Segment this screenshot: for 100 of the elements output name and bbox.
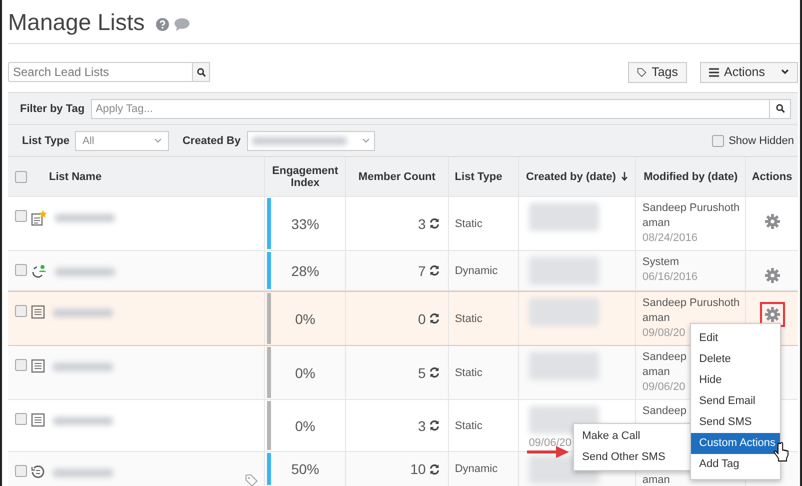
column-header[interactable]: List Type xyxy=(454,170,502,182)
blurred-text xyxy=(55,214,115,222)
tag-field[interactable]: Apply Tag... xyxy=(90,98,769,118)
modified-by-name: aman xyxy=(642,473,670,486)
modified-by-name: aman xyxy=(642,365,670,380)
created-by-label: Created By xyxy=(182,134,241,146)
modified-by-name: Sandeep xyxy=(642,350,686,365)
blurred-text xyxy=(53,309,113,317)
menu-item[interactable]: Send Email xyxy=(691,391,780,412)
search-field[interactable]: Search Lead Lists xyxy=(8,62,192,82)
column-header[interactable]: Engagement Index xyxy=(271,164,340,188)
help-icon[interactable] xyxy=(156,18,169,30)
modified-by-name: System xyxy=(642,255,680,270)
engagement-value: 0% xyxy=(295,418,316,434)
menu-item[interactable]: Send SMS xyxy=(691,412,780,433)
modified-date: 08/24/2016 xyxy=(642,231,698,246)
blurred-text xyxy=(528,203,599,231)
list-type-label: List Type xyxy=(22,134,70,146)
search-icon xyxy=(196,68,206,76)
column-header[interactable]: Created by (date) xyxy=(526,170,616,182)
modified-by-name: Sandeep Purushoth xyxy=(642,201,740,216)
settings-icon[interactable] xyxy=(764,268,780,283)
tag-icon xyxy=(245,474,258,486)
chevron-down-icon xyxy=(362,138,370,143)
tags-button[interactable]: Tags xyxy=(628,62,687,82)
modified-date: 09/08/20 xyxy=(642,326,686,341)
modified-by-name: aman xyxy=(642,216,670,231)
refresh-icon[interactable] xyxy=(428,265,440,276)
row-checkbox[interactable] xyxy=(15,413,27,425)
row-checkbox[interactable] xyxy=(15,210,27,222)
list-icon xyxy=(31,359,45,373)
menu-item[interactable]: Custom Actions xyxy=(691,433,780,454)
blurred-text xyxy=(528,352,599,380)
list-type: Static xyxy=(454,218,482,230)
member-count: 7 xyxy=(418,262,426,278)
member-count: 0 xyxy=(418,310,426,326)
menu-item[interactable]: Add Tag xyxy=(691,454,780,475)
menu-item[interactable]: Delete xyxy=(691,349,780,370)
search-button[interactable] xyxy=(769,98,791,118)
select-all-checkbox[interactable] xyxy=(15,170,27,182)
member-count: 3 xyxy=(418,418,426,434)
engagement-value: 50% xyxy=(291,461,320,477)
pointer-arrow xyxy=(526,446,570,458)
menu-item[interactable]: Hide xyxy=(691,370,780,391)
engagement-value: 0% xyxy=(295,364,316,380)
blurred-text xyxy=(528,298,599,326)
engagement-value: 0% xyxy=(295,310,316,326)
modified-date: 09/06/20 xyxy=(642,380,686,395)
filter-label: Filter by Tag xyxy=(20,102,85,114)
refresh-icon[interactable] xyxy=(428,420,440,431)
search-icon xyxy=(776,104,784,113)
modified-by-name: Sandeep xyxy=(642,404,686,419)
refresh-icon[interactable] xyxy=(428,464,440,474)
list-type: Dynamic xyxy=(454,463,498,475)
created-date: 09/06/20 xyxy=(528,436,572,451)
modified-by-name: aman xyxy=(642,311,670,326)
column-header[interactable]: Actions xyxy=(752,170,792,182)
menu-item[interactable]: Edit xyxy=(691,328,780,349)
settings-icon[interactable] xyxy=(764,307,780,322)
actions-button[interactable]: Actions xyxy=(700,62,798,82)
refresh-icon[interactable] xyxy=(428,367,440,378)
column-header[interactable]: Member Count xyxy=(358,170,436,182)
list-type-dropdown[interactable]: All xyxy=(75,130,170,150)
list-type: Dynamic xyxy=(454,264,498,276)
row-checkbox[interactable] xyxy=(15,264,27,276)
history-icon xyxy=(31,465,45,479)
engagement-value: 33% xyxy=(291,216,320,232)
chevron-down-icon xyxy=(781,69,789,75)
show-hidden-label: Show Hidden xyxy=(728,134,794,146)
show-hidden-checkbox[interactable] xyxy=(712,134,724,146)
dynamic-list-icon xyxy=(31,264,47,280)
list-type: Static xyxy=(454,366,482,378)
list-type: Static xyxy=(454,312,482,324)
tag-icon xyxy=(637,66,647,78)
list-icon xyxy=(31,305,45,319)
engagement-value: 28% xyxy=(291,262,320,278)
row-checkbox[interactable] xyxy=(15,305,27,317)
member-count: 10 xyxy=(410,461,426,477)
menu-icon xyxy=(709,68,719,76)
chevron-down-icon xyxy=(154,138,162,143)
settings-icon[interactable] xyxy=(764,214,780,229)
list-icon xyxy=(31,413,45,427)
chat-bubble-icon[interactable] xyxy=(174,18,190,30)
blurred-text xyxy=(55,268,115,276)
blurred-text xyxy=(528,257,599,285)
refresh-icon[interactable] xyxy=(428,313,440,324)
blurred-text xyxy=(53,363,113,371)
blurred-text xyxy=(53,417,113,425)
sort-arrow-icon xyxy=(620,172,628,181)
column-header[interactable]: List Name xyxy=(49,170,102,182)
member-count: 5 xyxy=(418,364,426,380)
search-button[interactable] xyxy=(192,62,210,82)
row-checkbox[interactable] xyxy=(15,465,27,477)
row-checkbox[interactable] xyxy=(15,359,27,371)
page-title: Manage Lists xyxy=(8,8,145,36)
list-type: Static xyxy=(454,420,482,432)
modified-date: 06/16/2016 xyxy=(642,270,698,285)
refresh-icon[interactable] xyxy=(428,218,440,229)
column-header[interactable]: Modified by (date) xyxy=(644,170,738,182)
modified-by-name: Sandeep Purushoth xyxy=(642,296,740,311)
